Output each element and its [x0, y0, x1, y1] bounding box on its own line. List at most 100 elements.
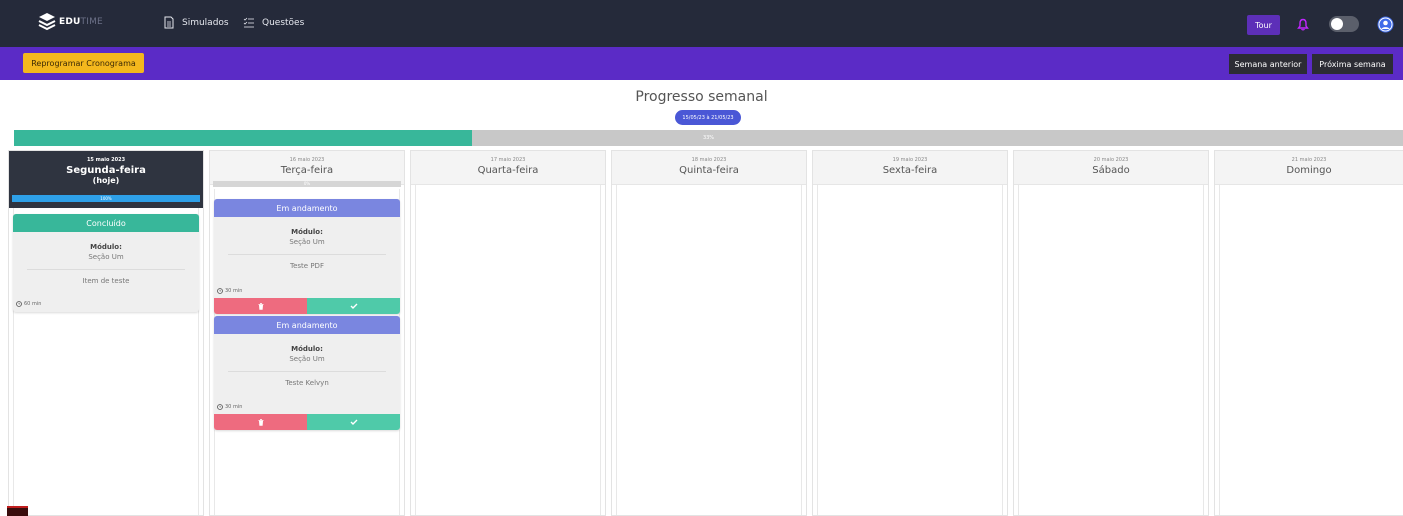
- day-column-saturday: 20 maio 2023 Sábado: [1013, 150, 1209, 516]
- app-logo[interactable]: EDUTIME: [38, 12, 103, 32]
- weekly-progress-bar: 33%: [14, 130, 1403, 146]
- previous-week-button[interactable]: Semana anterior: [1229, 54, 1307, 74]
- task-duration-value: 60 min: [24, 301, 42, 307]
- task-duration: 30 min: [217, 288, 242, 294]
- day-date: 19 maio 2023: [892, 157, 928, 163]
- trash-icon: [258, 302, 263, 310]
- toggle-knob: [1331, 18, 1343, 30]
- edutime-logo-icon: [38, 13, 56, 31]
- day-date: 15 maio 2023: [86, 157, 126, 163]
- today-label: (hoje): [92, 176, 120, 185]
- reprogram-schedule-button[interactable]: Reprogramar Cronograma: [23, 53, 144, 73]
- day-name: Domingo: [1286, 165, 1332, 176]
- task-module-label: Módulo:: [291, 345, 323, 353]
- nav-questoes-label: Questões: [262, 17, 305, 28]
- day-column-tuesday: 16 maio 2023 Terça-feira 0% Em andamento…: [209, 150, 405, 516]
- task-item: Teste PDF: [290, 262, 324, 270]
- document-icon: [164, 16, 174, 29]
- clock-icon: [16, 301, 22, 307]
- task-module-label: Módulo:: [90, 243, 122, 251]
- complete-task-button[interactable]: [307, 414, 400, 430]
- check-icon: [350, 419, 357, 425]
- day-name: Sexta-feira: [882, 165, 938, 176]
- day-header: 21 maio 2023 Domingo: [1215, 151, 1403, 185]
- tour-button[interactable]: Tour: [1247, 15, 1280, 35]
- day-column-sunday: 21 maio 2023 Domingo: [1214, 150, 1403, 516]
- clock-icon: [217, 404, 223, 410]
- task-module-value: Seção Um: [289, 355, 325, 363]
- task-duration-value: 30 min: [225, 288, 243, 294]
- day-progress-label: 100%: [100, 196, 112, 201]
- day-name: Quarta-feira: [477, 165, 539, 176]
- task-duration: 60 min: [16, 301, 41, 307]
- task-divider: [27, 269, 185, 270]
- devtools-badge[interactable]: [7, 506, 28, 516]
- task-duration: 30 min: [217, 404, 242, 410]
- day-tasks: [616, 185, 802, 515]
- day-column-wednesday: 17 maio 2023 Quarta-feira: [410, 150, 606, 516]
- weekly-progress-title: Progresso semanal: [635, 89, 768, 105]
- day-tasks: [1219, 185, 1403, 515]
- task-card[interactable]: Em andamento Módulo: Seção Um Teste Kelv…: [214, 316, 400, 430]
- day-tasks: [817, 185, 1003, 515]
- day-tasks: [1018, 185, 1204, 515]
- day-header: 17 maio 2023 Quarta-feira: [411, 151, 605, 185]
- day-date: 21 maio 2023: [1291, 157, 1327, 163]
- task-status: Em andamento: [214, 316, 400, 334]
- day-name: Quinta-feira: [679, 165, 739, 176]
- task-divider: [228, 254, 386, 255]
- day-header: 16 maio 2023 Terça-feira: [210, 151, 404, 185]
- task-item: Teste Kelvyn: [285, 379, 329, 387]
- logo-text: EDUTIME: [59, 17, 103, 27]
- nav-simulados-label: Simulados: [182, 17, 229, 28]
- schedule-toolbar: Reprogramar Cronograma Semana anterior P…: [0, 47, 1403, 80]
- clock-icon: [217, 288, 223, 294]
- task-card[interactable]: Em andamento Módulo: Seção Um Teste PDF …: [214, 199, 400, 314]
- task-item: Item de teste: [82, 277, 130, 285]
- user-circle-icon[interactable]: [1377, 16, 1394, 33]
- task-actions: [214, 414, 400, 430]
- complete-task-button[interactable]: [307, 298, 400, 314]
- check-icon: [350, 303, 357, 309]
- day-progress-bar: 0%: [213, 181, 401, 187]
- day-name: Terça-feira: [280, 165, 334, 176]
- day-name: Sábado: [1092, 165, 1130, 176]
- logo-text-primary: EDU: [59, 17, 81, 27]
- task-status: Concluído: [13, 214, 199, 232]
- day-date: 20 maio 2023: [1093, 157, 1129, 163]
- nav-simulados[interactable]: Simulados: [163, 16, 229, 29]
- day-name: Segunda-feira: [66, 165, 146, 176]
- day-progress-label: 0%: [303, 181, 311, 186]
- delete-task-button[interactable]: [214, 414, 307, 430]
- week-range-badge: 15/05/23 à 21/05/23: [675, 110, 741, 125]
- day-header: 18 maio 2023 Quinta-feira: [612, 151, 806, 185]
- logo-text-secondary: TIME: [80, 17, 103, 27]
- task-module-value: Seção Um: [289, 238, 325, 246]
- day-column-friday: 19 maio 2023 Sexta-feira: [812, 150, 1008, 516]
- task-actions: [214, 298, 400, 314]
- delete-task-button[interactable]: [214, 298, 307, 314]
- task-module-value: Seção Um: [88, 253, 124, 261]
- day-column-thursday: 18 maio 2023 Quinta-feira: [611, 150, 807, 516]
- day-date: 18 maio 2023: [691, 157, 727, 163]
- day-header: 20 maio 2023 Sábado: [1014, 151, 1208, 185]
- weekly-progress-label: 33%: [702, 135, 715, 141]
- day-progress-bar: 100%: [12, 195, 200, 202]
- day-date: 17 maio 2023: [490, 157, 526, 163]
- nav-questoes[interactable]: Questões: [243, 16, 304, 29]
- bell-icon[interactable]: [1297, 18, 1309, 31]
- theme-toggle[interactable]: [1329, 16, 1359, 32]
- top-navbar: EDUTIME Simulados Questões Tour: [0, 0, 1403, 47]
- task-module-label: Módulo:: [291, 228, 323, 236]
- day-column-monday: 15 maio 2023 Segunda-feira (hoje) 100% C…: [8, 150, 204, 516]
- task-card[interactable]: Concluído Módulo: Seção Um Item de teste…: [13, 214, 199, 312]
- next-week-button[interactable]: Próxima semana: [1312, 54, 1393, 74]
- task-divider: [228, 371, 386, 372]
- checklist-icon: [243, 17, 254, 28]
- task-duration-value: 30 min: [225, 404, 243, 410]
- day-header: 19 maio 2023 Sexta-feira: [813, 151, 1007, 185]
- task-status: Em andamento: [214, 199, 400, 217]
- day-tasks: [415, 185, 601, 515]
- day-date: 16 maio 2023: [289, 157, 325, 163]
- trash-icon: [258, 418, 263, 426]
